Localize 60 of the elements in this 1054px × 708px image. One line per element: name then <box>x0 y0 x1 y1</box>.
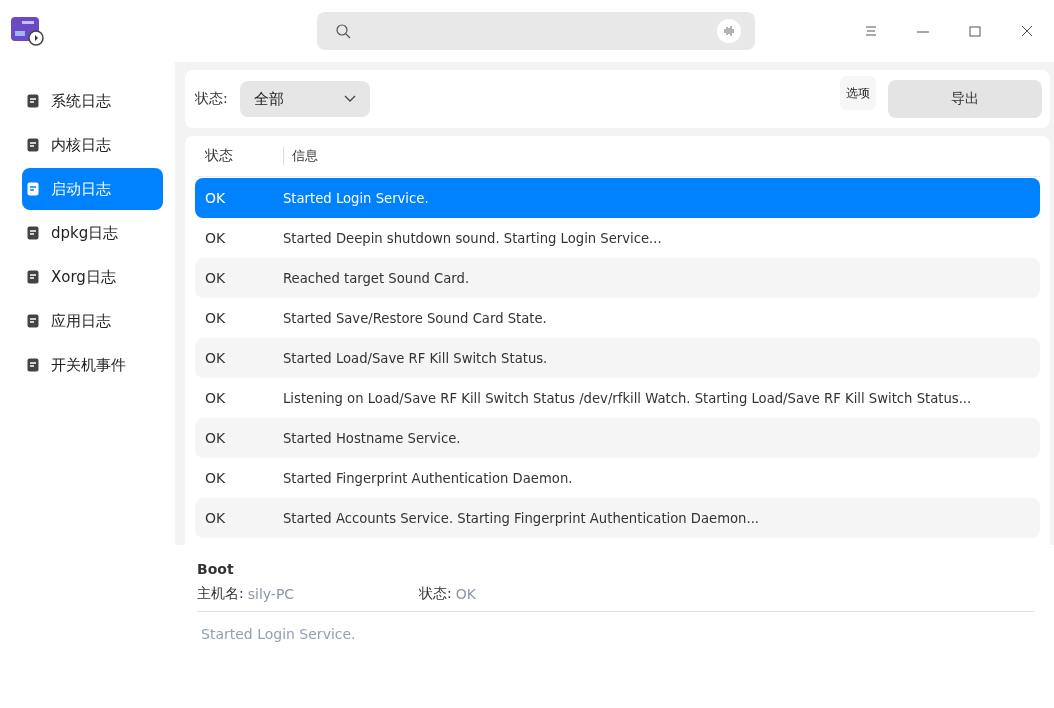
menu-icon[interactable] <box>864 24 878 38</box>
log-row[interactable]: OK Reached target Sound Card. <box>195 258 1040 298</box>
column-header[interactable]: 状态 <box>195 147 283 165</box>
search-icon <box>335 23 351 39</box>
detail-message: Started Login Service. <box>200 626 357 642</box>
log-row[interactable]: OK Listening on Load/Save RF Kill Switch Status /dev/rfkill Watch. Starting Load/Save RF Kill Switch Status... <box>195 378 1040 418</box>
message-cell: Listening on Load/Save RF Kill Switch Status /dev/rfkill Watch. Starting Load/Save RF Kill Switch Status... <box>283 390 972 406</box>
log-row[interactable]: OK Started Deepin shutdown sound. Starting Login Service... <box>195 218 1040 258</box>
options-button[interactable]: 选项 <box>840 76 876 110</box>
document-icon <box>27 138 39 152</box>
document-icon <box>27 270 39 284</box>
status-cell-text: OK <box>204 230 227 246</box>
message-cell: Started Deepin shutdown sound. Starting Login Service... <box>283 230 662 246</box>
sidebar-item[interactable]: 内核日志 <box>22 124 163 166</box>
message-cell: Started Save/Restore Sound Card State. <box>283 310 547 326</box>
document-icon <box>27 94 39 108</box>
document-icon <box>27 226 39 240</box>
message-cell: Started Load/Save RF Kill Switch Status. <box>283 350 548 366</box>
status-dropdown[interactable]: 全部 <box>239 81 370 117</box>
close-icon[interactable] <box>1020 24 1034 38</box>
message-cell: Started Fingerprint Authentication Daemon. <box>283 470 573 486</box>
status-filter-label: 状态: <box>195 90 228 108</box>
log-row[interactable]: OK Started Login Service. <box>195 178 1040 218</box>
log-row[interactable]: OK Started Save/Restore Sound Card State. <box>195 298 1040 338</box>
document-icon <box>27 314 39 328</box>
status-value: OK <box>455 586 477 602</box>
status-label: 状态: <box>419 585 452 603</box>
message-cell: Reached target Sound Card. <box>283 270 470 286</box>
status-cell-text: OK <box>204 470 227 486</box>
sidebar-item[interactable]: 启动日志 <box>22 168 163 210</box>
sidebar-item[interactable]: 系统日志 <box>22 80 163 122</box>
status-cell-text: OK <box>204 510 227 526</box>
status-cell-text: OK <box>204 190 227 206</box>
hostname-value: sily-PC <box>247 586 295 602</box>
export-button[interactable]: 导出 <box>888 80 1042 118</box>
log-row[interactable]: OK Started Fingerprint Authentication Daemon. <box>195 458 1040 498</box>
search-field[interactable] <box>317 12 755 50</box>
status-cell-text: OK <box>204 310 227 326</box>
status-cell-text: OK <box>204 350 227 366</box>
chevron-down-icon <box>343 95 356 103</box>
detail-title: Boot <box>197 561 235 577</box>
message-cell: Started Login Service. <box>283 190 429 206</box>
message-cell: Started Accounts Service. Starting Fingerprint Authentication Daemon... <box>283 510 760 526</box>
sidebar-item[interactable]: 应用日志 <box>22 300 163 342</box>
message-cell: Started Hostname Service. <box>283 430 461 446</box>
hostname-label: 主机名: <box>197 585 244 603</box>
status-cell-text: OK <box>204 270 227 286</box>
document-icon <box>27 358 39 372</box>
status-cell-text: OK <box>204 390 227 406</box>
maximize-icon[interactable] <box>968 24 982 38</box>
log-row[interactable]: OK Started Hostname Service. <box>195 418 1040 458</box>
log-row[interactable]: OK Started Accounts Service. Starting Fingerprint Authentication Daemon... <box>195 498 1040 538</box>
column-header[interactable]: 信息 <box>283 147 318 165</box>
status-cell-text: OK <box>204 430 227 446</box>
log-row[interactable]: OK Started Load/Save RF Kill Switch Status. <box>195 338 1040 378</box>
document-icon <box>27 182 39 196</box>
sidebar-item[interactable]: Xorg日志 <box>22 256 163 298</box>
app-logo-icon <box>10 16 44 46</box>
sidebar-item[interactable]: 开关机事件 <box>22 344 163 386</box>
sidebar-item[interactable]: dpkg日志 <box>22 212 163 254</box>
